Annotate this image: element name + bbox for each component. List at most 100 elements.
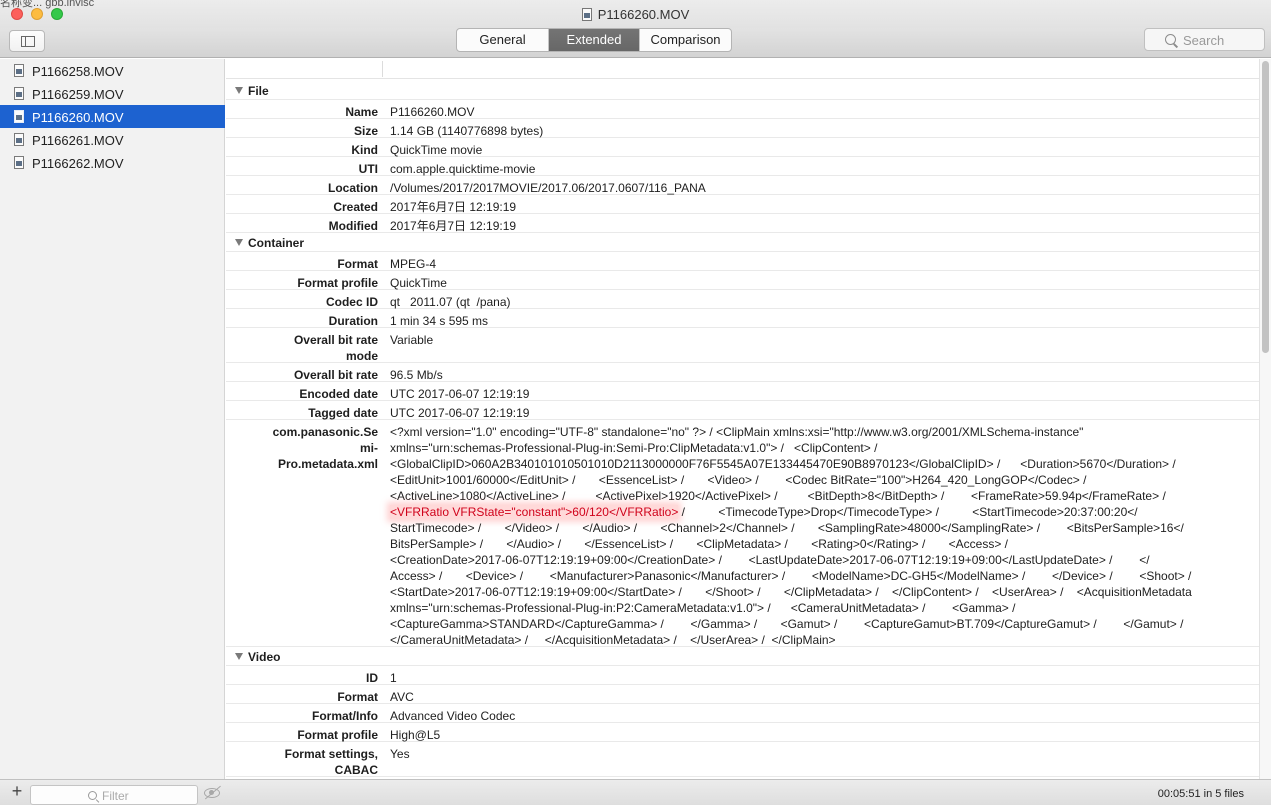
movie-file-icon: [14, 110, 24, 123]
detail-row: Format profile High@L5: [226, 723, 1259, 742]
detail-key: Overall bit rate mode: [293, 333, 378, 363]
filter-placeholder: Filter: [102, 789, 129, 803]
detail-value: 96.5 Mb/s: [390, 368, 443, 382]
section-header-video[interactable]: Video: [226, 647, 1259, 666]
column-separator[interactable]: [382, 61, 383, 77]
detail-value: com.apple.quicktime-movie: [390, 162, 536, 176]
detail-row: Format MPEG-4: [226, 252, 1259, 271]
detail-row: Duration 1 min 34 s 595 ms: [226, 309, 1259, 328]
detail-row: ID 1: [226, 666, 1259, 685]
add-file-button[interactable]: +: [10, 782, 24, 800]
detail-value: 1 min 34 s 595 ms: [390, 314, 489, 328]
disclosure-triangle-icon[interactable]: [235, 87, 243, 94]
status-summary: 00:05:51 in 5 files: [1157, 788, 1244, 800]
xml-line: StartTimecode> / </Video> / </Audio> / <…: [390, 521, 1184, 535]
detail-key: Format/Info: [312, 709, 378, 723]
xml-line: <EditUnit>1001/60000</EditUnit> / <Essen…: [390, 473, 1087, 487]
sidebar-item-label: P1166262.MOV: [32, 156, 124, 171]
detail-key: UTI: [358, 162, 378, 176]
section-header-file[interactable]: File: [226, 81, 1259, 100]
disclosure-triangle-icon[interactable]: [235, 239, 243, 246]
xml-line-tail: / <TimecodeType>Drop</TimecodeType> / <S…: [678, 505, 1138, 519]
detail-value: 1.14 GB (1140776898 bytes): [390, 124, 544, 138]
search-input[interactable]: Search: [1144, 28, 1265, 51]
detail-value: UTC 2017-06-07 12:19:19: [390, 406, 530, 420]
xml-line: xmlns="urn:schemas-Professional-Plug-in:…: [390, 441, 878, 455]
detail-row: Format settings, CABAC Yes: [226, 742, 1259, 777]
detail-row: UTI com.apple.quicktime-movie: [226, 157, 1259, 176]
xml-line: <ActiveLine>1080</ActiveLine> / <ActiveP…: [390, 489, 1166, 503]
sidebar-item-file[interactable]: P1166262.MOV: [0, 151, 225, 174]
xml-line: BitsPerSample> / </Audio> / </EssenceLis…: [390, 537, 1008, 551]
tab-comparison[interactable]: Comparison: [640, 29, 731, 51]
xml-line: <StartDate>2017-06-07T12:19:19+09:00</St…: [390, 585, 1192, 599]
xml-line: xmlns="urn:schemas-Professional-Plug-in:…: [390, 601, 1016, 615]
detail-value: P1166260.MOV: [390, 105, 475, 119]
sidebar-item-file-selected[interactable]: P1166260.MOV: [0, 105, 225, 128]
detail-key: Format: [337, 690, 378, 704]
detail-value: Advanced Video Codec: [390, 709, 516, 723]
detail-row: Overall bit rate 96.5 Mb/s: [226, 363, 1259, 382]
toolbar: General Extended Comparison Search: [0, 28, 1271, 58]
filter-input[interactable]: Filter: [30, 785, 198, 805]
detail-value: /Volumes/2017/2017MOVIE/2017.06/2017.060…: [390, 181, 706, 195]
detail-row: Modified 2017年6月7日 12:19:19: [226, 214, 1259, 233]
detail-key: Location: [328, 181, 378, 195]
sidebar-item-file[interactable]: P1166258.MOV: [0, 59, 225, 82]
detail-value: MPEG-4: [390, 257, 437, 271]
movie-file-icon: [14, 87, 24, 100]
xml-line: <GlobalClipID>060A2B340101010501010D2113…: [390, 457, 1176, 471]
xml-line: </CameraUnitMetadata> / </AcquisitionMet…: [390, 633, 836, 647]
detail-row: Tagged date UTC 2017-06-07 12:19:19: [226, 401, 1259, 420]
search-icon: [1165, 34, 1176, 45]
section-header-container[interactable]: Container: [226, 233, 1259, 252]
sidebar-toggle-button[interactable]: [9, 30, 45, 52]
sidebar-icon: [21, 36, 35, 47]
detail-value: 1: [390, 671, 397, 685]
section-label: Container: [248, 236, 305, 250]
detail-key: Duration: [328, 314, 378, 328]
tab-general[interactable]: General: [457, 29, 549, 51]
search-placeholder: Search: [1183, 33, 1225, 48]
detail-row: Name P1166260.MOV: [226, 100, 1259, 119]
file-list-sidebar: P1166258.MOV P1166259.MOV P1166260.MOV P…: [0, 59, 225, 779]
detail-key: Kind: [351, 143, 378, 157]
details-pane: File Name P1166260.MOV Size 1.14 GB (114…: [226, 59, 1259, 779]
sidebar-item-file[interactable]: P1166261.MOV: [0, 128, 225, 151]
detail-key: Modified: [328, 219, 378, 233]
metadata-xml-value: <?xml version="1.0" encoding="UTF-8" sta…: [390, 424, 1250, 648]
xml-line: <?xml version="1.0" encoding="UTF-8" sta…: [390, 425, 1084, 439]
detail-row: Overall bit rate mode Variable: [226, 328, 1259, 363]
section-label: Video: [248, 650, 281, 664]
detail-value: 2017年6月7日 12:19:19: [390, 219, 517, 233]
view-mode-tabs: General Extended Comparison: [456, 28, 732, 52]
detail-row: Format/Info Advanced Video Codec: [226, 704, 1259, 723]
detail-row: Created 2017年6月7日 12:19:19: [226, 195, 1259, 214]
sidebar-item-label: P1166261.MOV: [32, 133, 124, 148]
disclosure-triangle-icon[interactable]: [235, 653, 243, 660]
detail-row: Format profile QuickTime: [226, 271, 1259, 290]
hidden-eye-icon[interactable]: [204, 788, 220, 798]
detail-value: 2017年6月7日 12:19:19: [390, 200, 517, 214]
detail-value: AVC: [390, 690, 414, 704]
detail-key: Format: [337, 257, 378, 271]
xml-line-highlighted: <VFRRatio VFRState="constant">60/120</VF…: [390, 504, 1250, 520]
xml-line: <CreationDate>2017-06-07T12:19:19+09:00<…: [390, 553, 1150, 567]
detail-value: High@L5: [390, 728, 441, 742]
detail-key: Created: [333, 200, 378, 214]
tab-extended[interactable]: Extended: [549, 29, 640, 51]
window-title: P1166260.MOV: [0, 7, 1271, 22]
detail-value: qt 2011.07 (qt /pana): [390, 295, 511, 309]
detail-row: Codec ID qt 2011.07 (qt /pana): [226, 290, 1259, 309]
vertical-scrollbar[interactable]: [1259, 59, 1271, 779]
bottom-bar: + Filter 00:05:51 in 5 files: [0, 779, 1271, 805]
column-header: [226, 59, 1259, 79]
detail-row: Encoded date UTC 2017-06-07 12:19:19: [226, 382, 1259, 401]
detail-row: Format AVC: [226, 685, 1259, 704]
detail-key: Format profile: [297, 728, 378, 742]
scrollbar-thumb[interactable]: [1262, 61, 1269, 353]
detail-key: Codec ID: [325, 295, 378, 309]
detail-value: QuickTime movie: [390, 143, 483, 157]
sidebar-item-file[interactable]: P1166259.MOV: [0, 82, 225, 105]
detail-value: UTC 2017-06-07 12:19:19: [390, 387, 530, 401]
